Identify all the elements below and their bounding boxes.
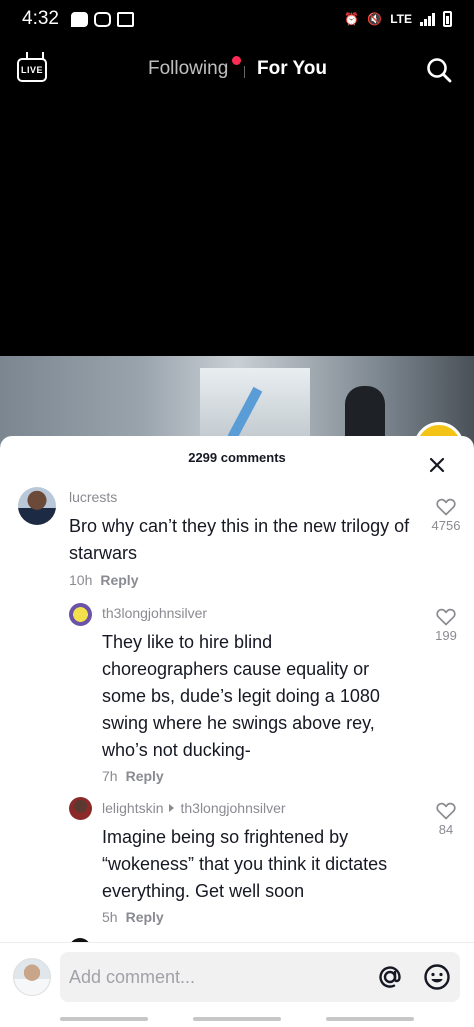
- notification-icons: [70, 11, 134, 27]
- new-content-dot: [232, 56, 241, 65]
- like-count: 199: [435, 628, 457, 643]
- system-nav-bar: [0, 1012, 474, 1027]
- comment-username[interactable]: lelightskin: [102, 800, 163, 816]
- comment-username[interactable]: th3longjohnsilver: [102, 605, 207, 621]
- signal-strength-icon: [420, 12, 435, 26]
- mention-icon[interactable]: [376, 963, 404, 991]
- reply-button[interactable]: Reply: [126, 909, 164, 925]
- like-count: 4756: [431, 518, 461, 533]
- comment-time: 10h: [69, 572, 93, 588]
- avatar[interactable]: [18, 487, 56, 525]
- avatar[interactable]: [69, 797, 92, 820]
- comment-time: 5h: [102, 909, 118, 925]
- heart-icon[interactable]: [436, 498, 456, 516]
- heart-icon[interactable]: [436, 608, 456, 626]
- reply-button[interactable]: Reply: [126, 768, 164, 784]
- nav-back-button[interactable]: [326, 1017, 414, 1021]
- mute-icon: 🔇: [367, 12, 383, 26]
- network-type-label: LTE: [390, 12, 412, 26]
- comment-input-bar: [0, 942, 474, 1012]
- current-user-avatar[interactable]: [13, 958, 51, 996]
- search-icon[interactable]: [426, 57, 452, 83]
- reply-arrow-icon: [169, 804, 175, 812]
- live-label: LIVE: [20, 65, 43, 75]
- comment-username[interactable]: lucrests: [69, 489, 117, 505]
- emoji-icon[interactable]: [423, 963, 451, 991]
- top-nav: LIVE Following For You: [0, 44, 474, 96]
- nav-recents-button[interactable]: [60, 1017, 148, 1021]
- video-player[interactable]: [0, 356, 474, 446]
- comments-sheet: 2299 comments lucrests Bro why can’t the…: [0, 436, 474, 1027]
- comment-username-row: lelightskin th3longjohnsilver: [102, 800, 286, 816]
- status-bar: 4:32 ⏰ 🔇 LTE: [0, 0, 474, 38]
- instagram-notification-icon: [93, 11, 111, 27]
- comment-text: Imagine being so frightened by “wokeness…: [102, 827, 388, 901]
- alarm-icon: ⏰: [344, 12, 360, 26]
- close-icon[interactable]: [426, 454, 448, 476]
- status-time: 4:32: [22, 8, 59, 29]
- comments-count-title: 2299 comments: [188, 450, 286, 465]
- system-icons: ⏰ 🔇 LTE: [344, 11, 452, 27]
- comment-meta: 5h Reply: [102, 909, 164, 925]
- battery-icon: [443, 11, 452, 27]
- like-count: 84: [438, 822, 454, 837]
- tab-following[interactable]: Following: [148, 58, 228, 80]
- comment-time: 7h: [102, 768, 118, 784]
- comment-text: They like to hire blind choreographers c…: [102, 632, 380, 760]
- avatar[interactable]: [69, 603, 92, 626]
- message-notification-icon: [70, 11, 88, 27]
- reply-button[interactable]: Reply: [100, 572, 138, 588]
- reply-to-username[interactable]: th3longjohnsilver: [180, 800, 285, 816]
- comment-input[interactable]: [69, 952, 369, 1002]
- comment-meta: 7h Reply: [102, 768, 164, 784]
- tab-divider: [244, 66, 245, 78]
- live-button[interactable]: LIVE: [17, 58, 47, 82]
- heart-icon[interactable]: [436, 802, 456, 820]
- comment-meta: 10h Reply: [69, 572, 138, 588]
- gallery-notification-icon: [116, 11, 134, 27]
- nav-home-button[interactable]: [193, 1017, 281, 1021]
- comment-input-container[interactable]: [60, 952, 460, 1002]
- tab-for-you[interactable]: For You: [257, 58, 327, 80]
- comment-text: Bro why can’t they this in the new trilo…: [69, 516, 410, 563]
